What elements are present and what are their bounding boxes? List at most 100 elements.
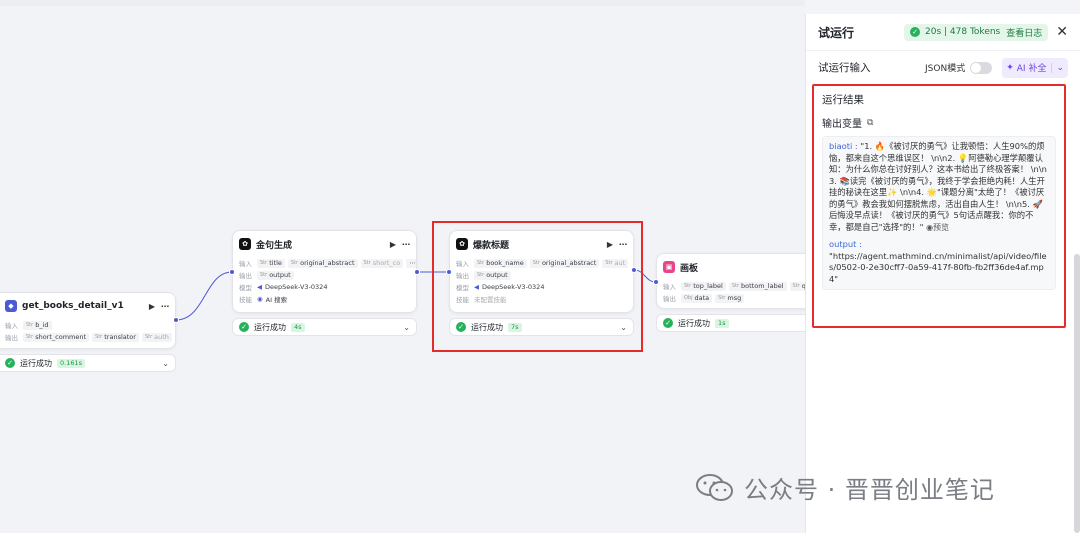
- plugin-icon: ◆: [5, 300, 17, 312]
- var-chip: Str b_id: [23, 320, 52, 330]
- output-value-output: "https://agent.mathmind.cn/minimalist/ap…: [829, 250, 1047, 284]
- more-icon[interactable]: ⋯: [402, 240, 410, 249]
- run-stats: 20s | 478 Tokens: [925, 27, 1001, 37]
- success-icon: ✓: [239, 322, 249, 332]
- run-results: 运行结果 输出变量 ⧉ biaoti : "1. 🔥《被讨厌的勇气》让我顿悟：人生…: [812, 84, 1066, 328]
- llm-icon: ✿: [239, 238, 251, 250]
- deepseek-icon: ◀: [257, 283, 262, 291]
- play-icon[interactable]: ▶: [149, 302, 155, 311]
- wechat-icon: [696, 473, 733, 501]
- var-chip: Str short_co: [360, 258, 404, 268]
- model-name: DeepSeek-V3-0324: [265, 283, 328, 291]
- panel-scrollbar[interactable]: [1074, 254, 1080, 533]
- port-in[interactable]: [229, 269, 235, 275]
- var-chip: Str book_name: [474, 258, 527, 268]
- model-label: 模型: [456, 284, 469, 292]
- edge-get-books-jinju: [175, 271, 233, 321]
- more-icon[interactable]: ⋯: [619, 240, 627, 249]
- success-icon: ✓: [663, 318, 673, 328]
- output-label: 输出: [5, 334, 18, 342]
- port-in[interactable]: [446, 269, 452, 275]
- input-label: 输入: [239, 260, 252, 268]
- status-text: 运行成功: [254, 322, 286, 332]
- output-vars-label: 输出变量: [822, 119, 862, 130]
- status-text: 运行成功: [678, 318, 710, 328]
- status-huaban[interactable]: ✓ 运行成功 1s: [656, 314, 805, 332]
- skill-label: 技能: [239, 296, 252, 304]
- node-title: get_books_detail_v1: [22, 301, 124, 311]
- port-out[interactable]: [631, 267, 637, 273]
- output-key-biaoti: biaoti: [829, 141, 853, 151]
- copy-icon[interactable]: ⧉: [867, 118, 873, 128]
- workflow-canvas[interactable]: ◆ get_books_detail_v1 ▶ ⋯ 输入 Str b_id 输出 S…: [0, 0, 805, 533]
- time-badge: 0.161s: [57, 358, 85, 368]
- var-chip: Str title: [257, 258, 285, 268]
- deepseek-icon: ◀: [474, 283, 479, 291]
- status-jinju[interactable]: ✓ 运行成功 4s ⌄: [232, 318, 417, 336]
- close-icon[interactable]: ✕: [1056, 24, 1068, 40]
- canvas-icon: ▣: [663, 261, 675, 273]
- watermark-text: 公众号 · 晋晋创业笔记: [744, 476, 995, 504]
- node-title: 金句生成: [256, 240, 293, 251]
- var-chip: Str aut: [602, 258, 629, 268]
- time-badge: 4s: [291, 322, 305, 332]
- output-value-biaoti: "1. 🔥《被讨厌的勇气》让我顿悟：人生90%的烦恼，都来自这个思维误区！ \n…: [829, 141, 1047, 232]
- model-label: 模型: [239, 284, 252, 292]
- status-get-books[interactable]: ✓ 运行成功 0.161s ⌄: [0, 354, 176, 372]
- ai-fill-label: AI 补全: [1016, 64, 1047, 74]
- skill-label: 技能: [456, 296, 469, 304]
- node-huaban[interactable]: ▣ 画板 输入 Str top_label Str bottom_label Str…: [656, 253, 805, 309]
- panel-title: 试运行: [818, 25, 855, 40]
- test-run-panel: 试运行 ✓ 20s | 478 Tokens 查看日志 ✕ 试运行输入 JSON…: [805, 14, 1080, 533]
- success-icon: ✓: [5, 358, 15, 368]
- play-icon[interactable]: ▶: [390, 240, 396, 249]
- var-chip: Str top_label: [681, 281, 726, 291]
- var-chip: Obj data: [681, 293, 713, 303]
- search-icon: ◉: [257, 295, 263, 303]
- status-baokuan[interactable]: ✓ 运行成功 7s ⌄: [449, 318, 634, 336]
- more-icon[interactable]: ⋯: [161, 302, 169, 311]
- chevron-down-icon[interactable]: ⌄: [403, 323, 410, 332]
- port-out[interactable]: [414, 269, 420, 275]
- output-box: biaoti : "1. 🔥《被讨厌的勇气》让我顿悟：人生90%的烦恼，都来自这…: [822, 136, 1056, 290]
- port-in[interactable]: [653, 279, 659, 285]
- output-label: 输出: [663, 295, 676, 303]
- success-icon: ✓: [910, 27, 921, 37]
- chevron-down-icon[interactable]: ⌄: [162, 359, 169, 368]
- play-icon[interactable]: ▶: [607, 240, 613, 249]
- port-out[interactable]: [173, 317, 179, 323]
- input-label: 输入: [456, 260, 469, 268]
- input-section-label: 试运行输入: [818, 62, 871, 74]
- var-chip: Str bottom_label: [728, 281, 787, 291]
- output-key-output: output: [829, 239, 857, 249]
- var-chip: Strquote: [789, 281, 805, 291]
- node-get-books-detail[interactable]: ◆ get_books_detail_v1 ▶ ⋯ 输入 Str b_id 输出 S…: [0, 292, 176, 349]
- chevron-down-icon[interactable]: ⌄: [1051, 62, 1064, 73]
- var-chip: Str original_abstract: [529, 258, 600, 268]
- status-text: 运行成功: [471, 322, 503, 332]
- more-vars-icon[interactable]: ⋯: [406, 258, 416, 268]
- var-chip: Str short_comment: [23, 332, 90, 342]
- time-badge: 7s: [508, 322, 522, 332]
- output-label: 输出: [456, 272, 469, 280]
- input-label: 输入: [5, 322, 18, 330]
- success-icon: ✓: [456, 322, 466, 332]
- ai-fill-button[interactable]: ✦ AI 补全 ⌄: [1002, 57, 1068, 78]
- node-baokuan[interactable]: ✿ 爆款标题 ▶ ⋯ 输入 Str book_name Str original_a…: [449, 230, 634, 313]
- var-chip: Str msg: [715, 293, 745, 303]
- input-label: 输入: [663, 283, 676, 291]
- json-mode-toggle[interactable]: [970, 61, 993, 74]
- var-chip: Str output: [474, 270, 511, 280]
- chevron-down-icon[interactable]: ⌄: [620, 323, 627, 332]
- json-mode-label: JSON模式: [925, 64, 966, 74]
- llm-icon: ✿: [456, 238, 468, 250]
- preview-button[interactable]: ◉预览: [926, 223, 949, 232]
- view-log-link[interactable]: 查看日志: [1006, 26, 1042, 39]
- run-info-badge[interactable]: ✓ 20s | 478 Tokens 查看日志: [904, 23, 1049, 41]
- status-text: 运行成功: [20, 358, 52, 368]
- skill-name: AI 搜索: [265, 296, 288, 304]
- model-name: DeepSeek-V3-0324: [482, 283, 545, 291]
- time-badge: 1s: [715, 318, 729, 328]
- node-jinju[interactable]: ✿ 金句生成 ▶ ⋯ 输入 Str title Str original_abstr…: [232, 230, 417, 313]
- var-chip: Str translator: [92, 332, 139, 342]
